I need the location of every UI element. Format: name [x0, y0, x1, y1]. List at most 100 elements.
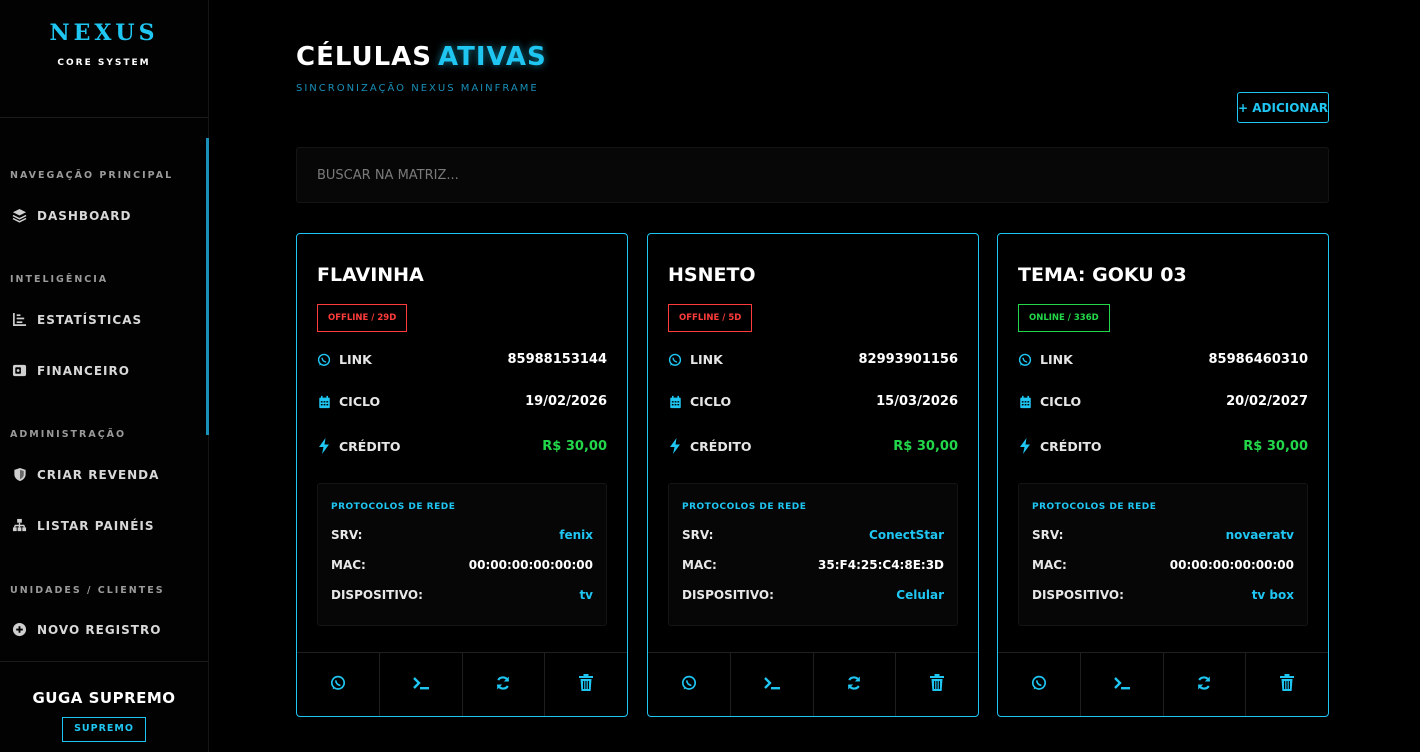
- brand: NEXUS CORE SYSTEM: [0, 0, 208, 118]
- ciclo-value: 19/02/2026: [525, 394, 607, 409]
- card-title: HSNETO: [668, 264, 756, 286]
- client-card: FLAVINHA OFFLINE / 29D LINK 85988153144 …: [296, 233, 628, 717]
- brand-title: NEXUS: [49, 20, 159, 46]
- srv-row: SRV: ConectStar: [682, 528, 944, 542]
- terminal-button[interactable]: [380, 653, 463, 716]
- user-role-badge: SUPREMO: [62, 717, 146, 742]
- sidebar-item-dashboard[interactable]: DASHBOARD: [12, 208, 131, 223]
- sidebar-item-label: DASHBOARD: [37, 208, 132, 223]
- delete-button[interactable]: [896, 653, 978, 716]
- ciclo-label: CICLO: [339, 394, 381, 409]
- whatsapp-button[interactable]: [297, 653, 380, 716]
- srv-value: novaeratv: [1225, 528, 1294, 542]
- whatsapp-icon: [317, 353, 331, 367]
- credito-row: CRÉDITO R$ 30,00: [1018, 438, 1308, 454]
- credito-row: CRÉDITO R$ 30,00: [317, 438, 607, 454]
- shield-icon: [12, 467, 27, 482]
- card-title: TEMA: GOKU 03: [1018, 264, 1187, 286]
- brand-subtitle: CORE SYSTEM: [57, 58, 151, 68]
- sidebar-item-listar-paineis[interactable]: LISTAR PAINÉIS: [12, 518, 155, 533]
- plus-circle-icon: [12, 622, 27, 637]
- device-label: DISPOSITIVO:: [682, 588, 774, 602]
- sidebar-item-label: CRIAR REVENDA: [37, 467, 160, 482]
- ciclo-label: CICLO: [690, 394, 732, 409]
- mac-row: MAC: 00:00:00:00:00:00: [331, 558, 593, 572]
- protocols-panel: PROTOCOLOS DE REDE SRV: ConectStar MAC: …: [668, 483, 958, 626]
- credito-label: CRÉDITO: [1040, 438, 1102, 454]
- terminal-icon: [412, 675, 430, 695]
- sync-button[interactable]: [463, 653, 546, 716]
- mac-row: MAC: 00:00:00:00:00:00: [1032, 558, 1294, 572]
- sidebar-item-label: NOVO REGISTRO: [37, 622, 162, 637]
- terminal-button[interactable]: [1081, 653, 1164, 716]
- device-row: DISPOSITIVO: tv: [331, 588, 593, 602]
- nav-section-inteligencia: INTELIGÊNCIA: [10, 274, 109, 285]
- layers-icon: [12, 208, 27, 223]
- sync-icon: [1196, 675, 1212, 695]
- card-title: FLAVINHA: [317, 264, 424, 286]
- credito-value: R$ 30,00: [542, 438, 607, 454]
- link-row: LINK 82993901156: [668, 352, 958, 367]
- sidebar: NEXUS CORE SYSTEM NAVEGAÇÃO PRINCIPAL DA…: [0, 0, 209, 752]
- sidebar-item-criar-revenda[interactable]: CRIAR REVENDA: [12, 467, 159, 482]
- client-card: HSNETO OFFLINE / 5D LINK 82993901156 CIC…: [647, 233, 979, 717]
- sidebar-item-novo-registro[interactable]: NOVO REGISTRO: [12, 622, 161, 637]
- link-label: LINK: [690, 352, 723, 367]
- chart-icon: [12, 312, 27, 327]
- srv-label: SRV:: [331, 528, 363, 542]
- delete-button[interactable]: [545, 653, 627, 716]
- page-title-accent: ATIVAS: [438, 42, 547, 72]
- status-badge: OFFLINE / 5D: [668, 304, 753, 332]
- terminal-icon: [1113, 675, 1131, 695]
- srv-value: fenix: [559, 528, 593, 542]
- sidebar-item-label: ESTATÍSTICAS: [37, 312, 143, 327]
- ciclo-label: CICLO: [1040, 394, 1082, 409]
- search-input[interactable]: BUSCAR NA MATRIZ...: [296, 147, 1329, 203]
- whatsapp-button[interactable]: [998, 653, 1081, 716]
- sidebar-item-label: LISTAR PAINÉIS: [37, 518, 155, 533]
- srv-label: SRV:: [1032, 528, 1064, 542]
- whatsapp-icon: [668, 353, 682, 367]
- device-row: DISPOSITIVO: Celular: [682, 588, 944, 602]
- sidebar-item-estatisticas[interactable]: ESTATÍSTICAS: [12, 312, 142, 327]
- trash-icon: [579, 674, 594, 695]
- nav-section-unidades: UNIDADES / CLIENTES: [10, 585, 165, 596]
- card-actions: [998, 652, 1328, 716]
- page-subtitle: SINCRONIZAÇÃO NEXUS MAINFRAME: [296, 83, 539, 94]
- wallet-icon: [12, 363, 27, 378]
- sync-button[interactable]: [1164, 653, 1247, 716]
- whatsapp-button[interactable]: [648, 653, 731, 716]
- device-value: tv box: [1251, 588, 1294, 602]
- link-value: 82993901156: [858, 352, 959, 367]
- srv-value: ConectStar: [869, 528, 944, 542]
- sidebar-item-label: FINANCEIRO: [37, 363, 130, 378]
- card-actions: [648, 652, 978, 716]
- protocols-title: PROTOCOLOS DE REDE: [331, 502, 456, 512]
- mac-value: 00:00:00:00:00:00: [468, 558, 593, 572]
- user-box: GUGA SUPREMO SUPREMO: [0, 661, 208, 752]
- link-row: LINK 85986460310: [1018, 352, 1308, 367]
- nav-section-principal: NAVEGAÇÃO PRINCIPAL: [10, 170, 174, 181]
- whatsapp-icon: [1018, 353, 1032, 367]
- delete-button[interactable]: [1246, 653, 1328, 716]
- ciclo-row: CICLO 20/02/2027: [1018, 394, 1308, 409]
- calendar-icon: [1018, 395, 1032, 409]
- add-button[interactable]: + ADICIONAR: [1237, 92, 1329, 123]
- link-label: LINK: [1040, 352, 1073, 367]
- sync-icon: [495, 675, 511, 695]
- protocols-title: PROTOCOLOS DE REDE: [1032, 502, 1157, 512]
- ciclo-value: 15/03/2026: [876, 394, 958, 409]
- link-value: 85988153144: [507, 352, 608, 367]
- sidebar-item-financeiro[interactable]: FINANCEIRO: [12, 363, 130, 378]
- ciclo-row: CICLO 19/02/2026: [317, 394, 607, 409]
- mac-value: 35:F4:25:C4:8E:3D: [818, 558, 944, 572]
- client-card: TEMA: GOKU 03 ONLINE / 336D LINK 8598646…: [997, 233, 1329, 717]
- whatsapp-icon: [330, 675, 346, 695]
- whatsapp-icon: [1031, 675, 1047, 695]
- sidebar-scrollbar[interactable]: [206, 138, 209, 435]
- device-label: DISPOSITIVO:: [331, 588, 423, 602]
- terminal-button[interactable]: [731, 653, 814, 716]
- sync-button[interactable]: [814, 653, 897, 716]
- link-value: 85986460310: [1208, 352, 1309, 367]
- bolt-icon: [1018, 438, 1032, 454]
